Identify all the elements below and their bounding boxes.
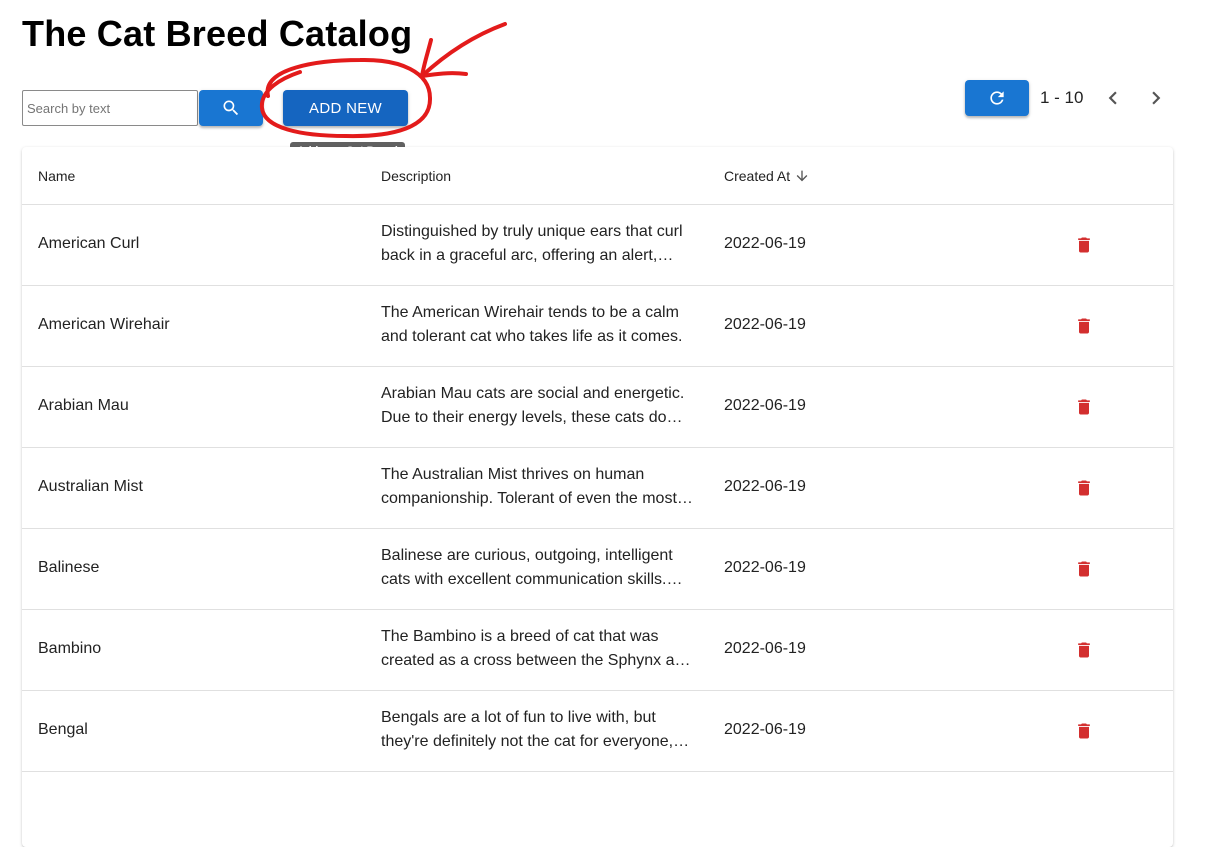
trash-icon [1078,318,1090,334]
created-at-date: 2022-06-19 [724,640,806,657]
column-header-created-at-label: Created At [724,168,791,184]
breed-name: Bengal [38,721,88,738]
created-at-date: 2022-06-19 [724,721,806,738]
prev-page-button[interactable] [1099,84,1127,112]
chevron-left-icon [1108,91,1117,105]
arrow-down-icon [796,170,808,182]
table-row[interactable]: Bambino The Bambino is a breed of cat tha… [22,610,1173,691]
column-header-description[interactable]: Description [381,168,451,184]
delete-button[interactable] [1073,558,1095,580]
breed-description: Arabian Mau cats are social and energeti… [381,385,685,426]
add-new-button[interactable]: ADD NEW [283,90,408,126]
page-range: 1 - 10 [1040,88,1084,107]
breed-name: American Wirehair [38,316,170,333]
breed-name: Arabian Mau [38,397,129,414]
table-row[interactable]: Balinese Balinese are curious, outgoing, … [22,529,1173,610]
created-at-date: 2022-06-19 [724,478,806,495]
column-header-created-at[interactable]: Created At [724,168,810,184]
trash-icon [1078,723,1090,739]
breed-name: Balinese [38,559,100,576]
table-row[interactable]: Australian Mist The Australian Mist thriv… [22,448,1173,529]
trash-icon [1078,237,1090,253]
breeds-table: Name Description Created At American Cur… [22,147,1173,847]
created-at-date: 2022-06-19 [724,316,806,333]
search-input[interactable] [22,90,198,126]
breed-description: Distinguished by truly unique ears that … [381,223,683,264]
created-at-date: 2022-06-19 [724,397,806,414]
trash-icon [1078,480,1090,496]
column-header-description-label: Description [381,168,452,184]
search-button[interactable] [199,90,263,126]
trash-icon [1078,642,1090,658]
created-at-date: 2022-06-19 [724,235,806,252]
column-header-name-label: Name [38,168,76,184]
breed-name: American Curl [38,235,140,252]
breed-description: Balinese are curious, outgoing, intellig… [381,547,673,588]
delete-button[interactable] [1073,477,1095,499]
chevron-right-icon [1152,91,1161,105]
breed-description: The Bambino is a breed of cat that was c… [381,628,693,669]
table-row[interactable]: Bengal Bengals are a lot of fun to live w… [22,691,1173,772]
table-header: Name Description Created At [22,147,1173,205]
column-header-name[interactable]: Name [38,168,75,184]
trash-icon [1078,561,1090,577]
next-page-button[interactable] [1142,84,1170,112]
breed-description: The American Wirehair tends to be a calm… [381,304,683,345]
delete-button[interactable] [1073,639,1095,661]
breed-description: The Australian Mist thrives on human com… [381,466,677,507]
table-row[interactable]: American Wirehair The American Wirehair t… [22,286,1173,367]
trash-icon [1078,399,1090,415]
breed-name: Bambino [38,640,102,657]
search-icon [223,100,239,116]
table-row[interactable]: Arabian Mau Arabian Mau cats are social a… [22,367,1173,448]
delete-button[interactable] [1073,315,1095,337]
delete-button[interactable] [1073,234,1095,256]
table-row[interactable]: American Curl Distinguished by truly uniq… [22,205,1173,286]
refresh-button[interactable] [965,80,1029,116]
delete-button[interactable] [1073,720,1095,742]
refresh-icon [990,91,1004,105]
delete-button[interactable] [1073,396,1095,418]
created-at-date: 2022-06-19 [724,559,806,576]
breed-name: Australian Mist [38,478,143,495]
page-title: The Cat Breed Catalog [22,13,413,54]
breed-description: Bengals are a lot of fun to live with, b… [381,709,692,750]
